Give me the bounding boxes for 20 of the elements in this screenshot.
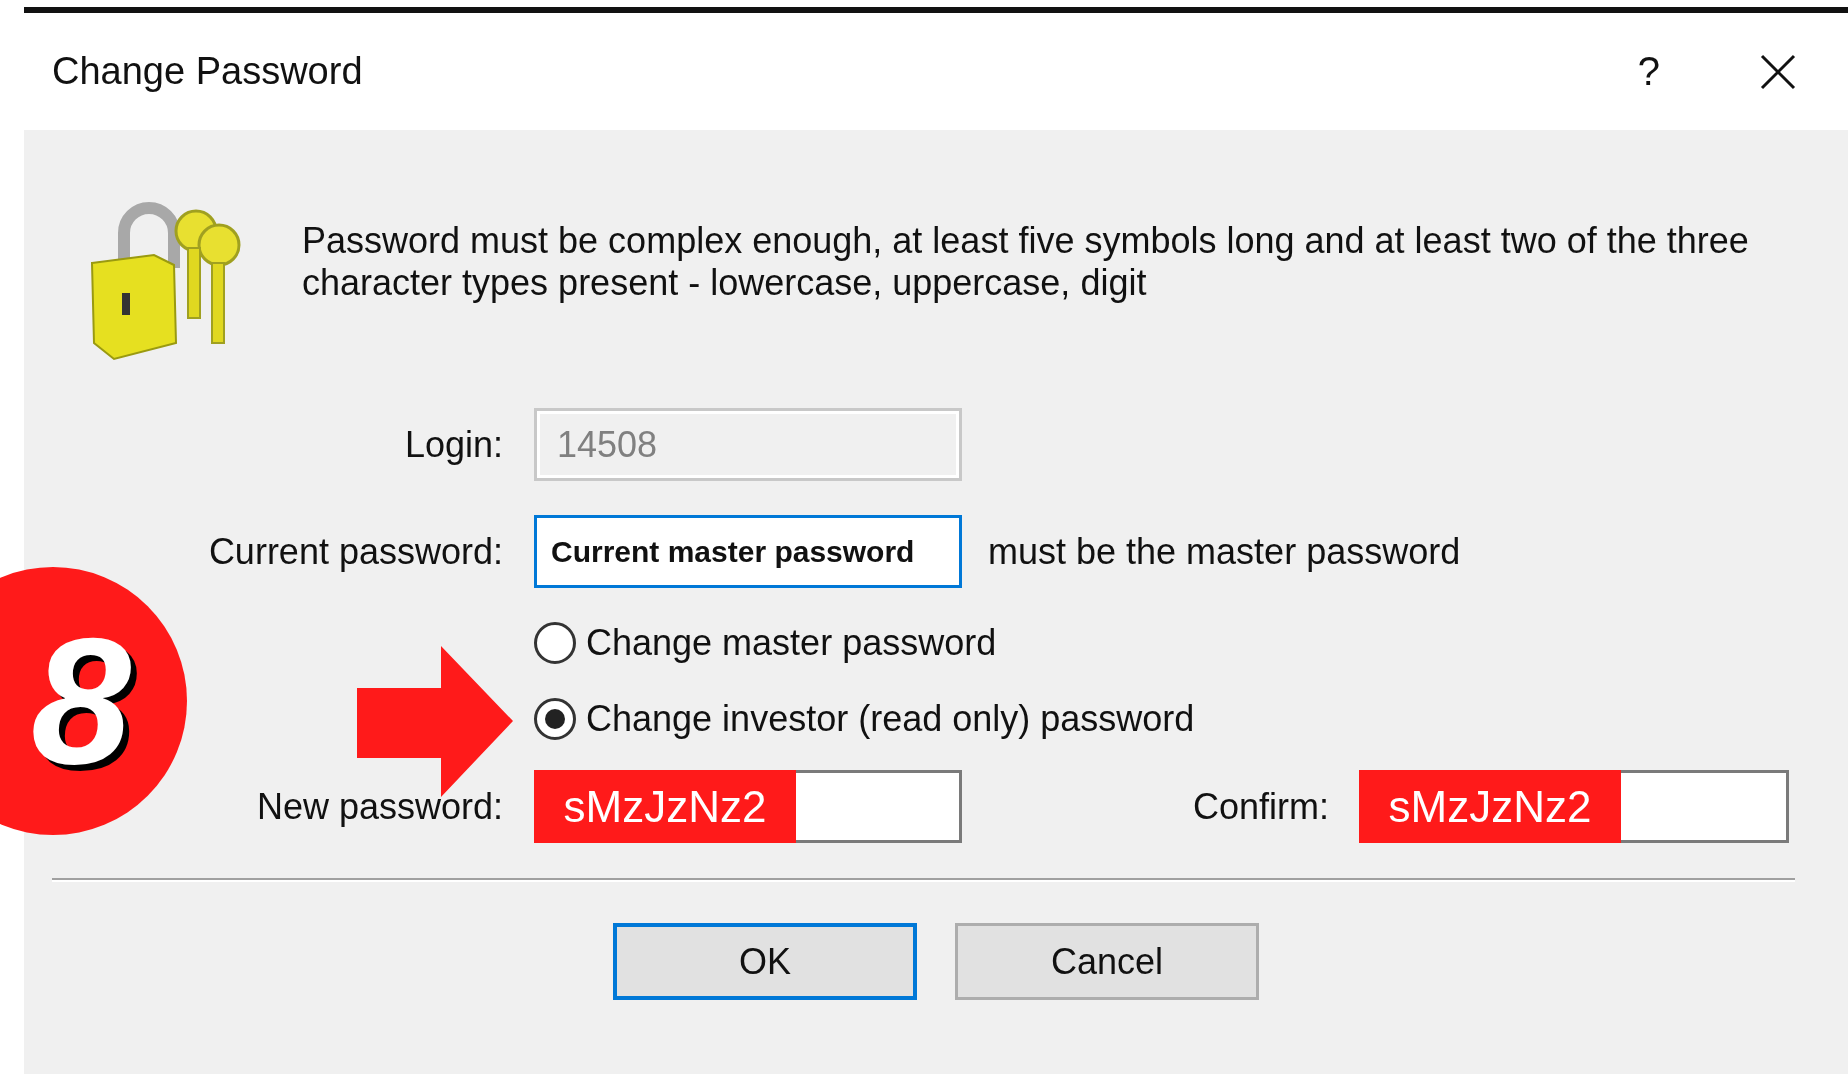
current-password-label: Current password: [207,530,503,573]
ok-button[interactable]: OK [613,923,917,1000]
highlighted-password: sMzJzNz2 [1359,770,1621,843]
help-button[interactable]: ? [1637,49,1660,94]
radio-button[interactable] [534,698,576,740]
radio-option[interactable]: Change investor (read only) password [534,698,1848,740]
radio-button[interactable] [534,622,576,664]
window-title: Change Password [52,50,363,93]
radio-option[interactable]: Change master password [534,622,1848,664]
highlighted-password: sMzJzNz2 [534,770,796,843]
password-rules-text: Password must be complex enough, at least five symbols long and at least two of the three character types present - lowercase, uppercase, digit [302,220,1750,304]
confirm-password-field[interactable]: sMzJzNz2 [1359,770,1789,843]
cancel-button[interactable]: Cancel [955,923,1259,1000]
confirm-label: Confirm: [1191,785,1329,828]
current-password-field[interactable]: Current master password [534,515,962,588]
current-password-hint: must be the master password [988,530,1461,573]
new-password-field[interactable]: sMzJzNz2 [534,770,962,843]
login-label: Login: [403,423,503,466]
new-password-label: New password: [255,785,503,828]
close-icon[interactable] [1760,53,1796,90]
